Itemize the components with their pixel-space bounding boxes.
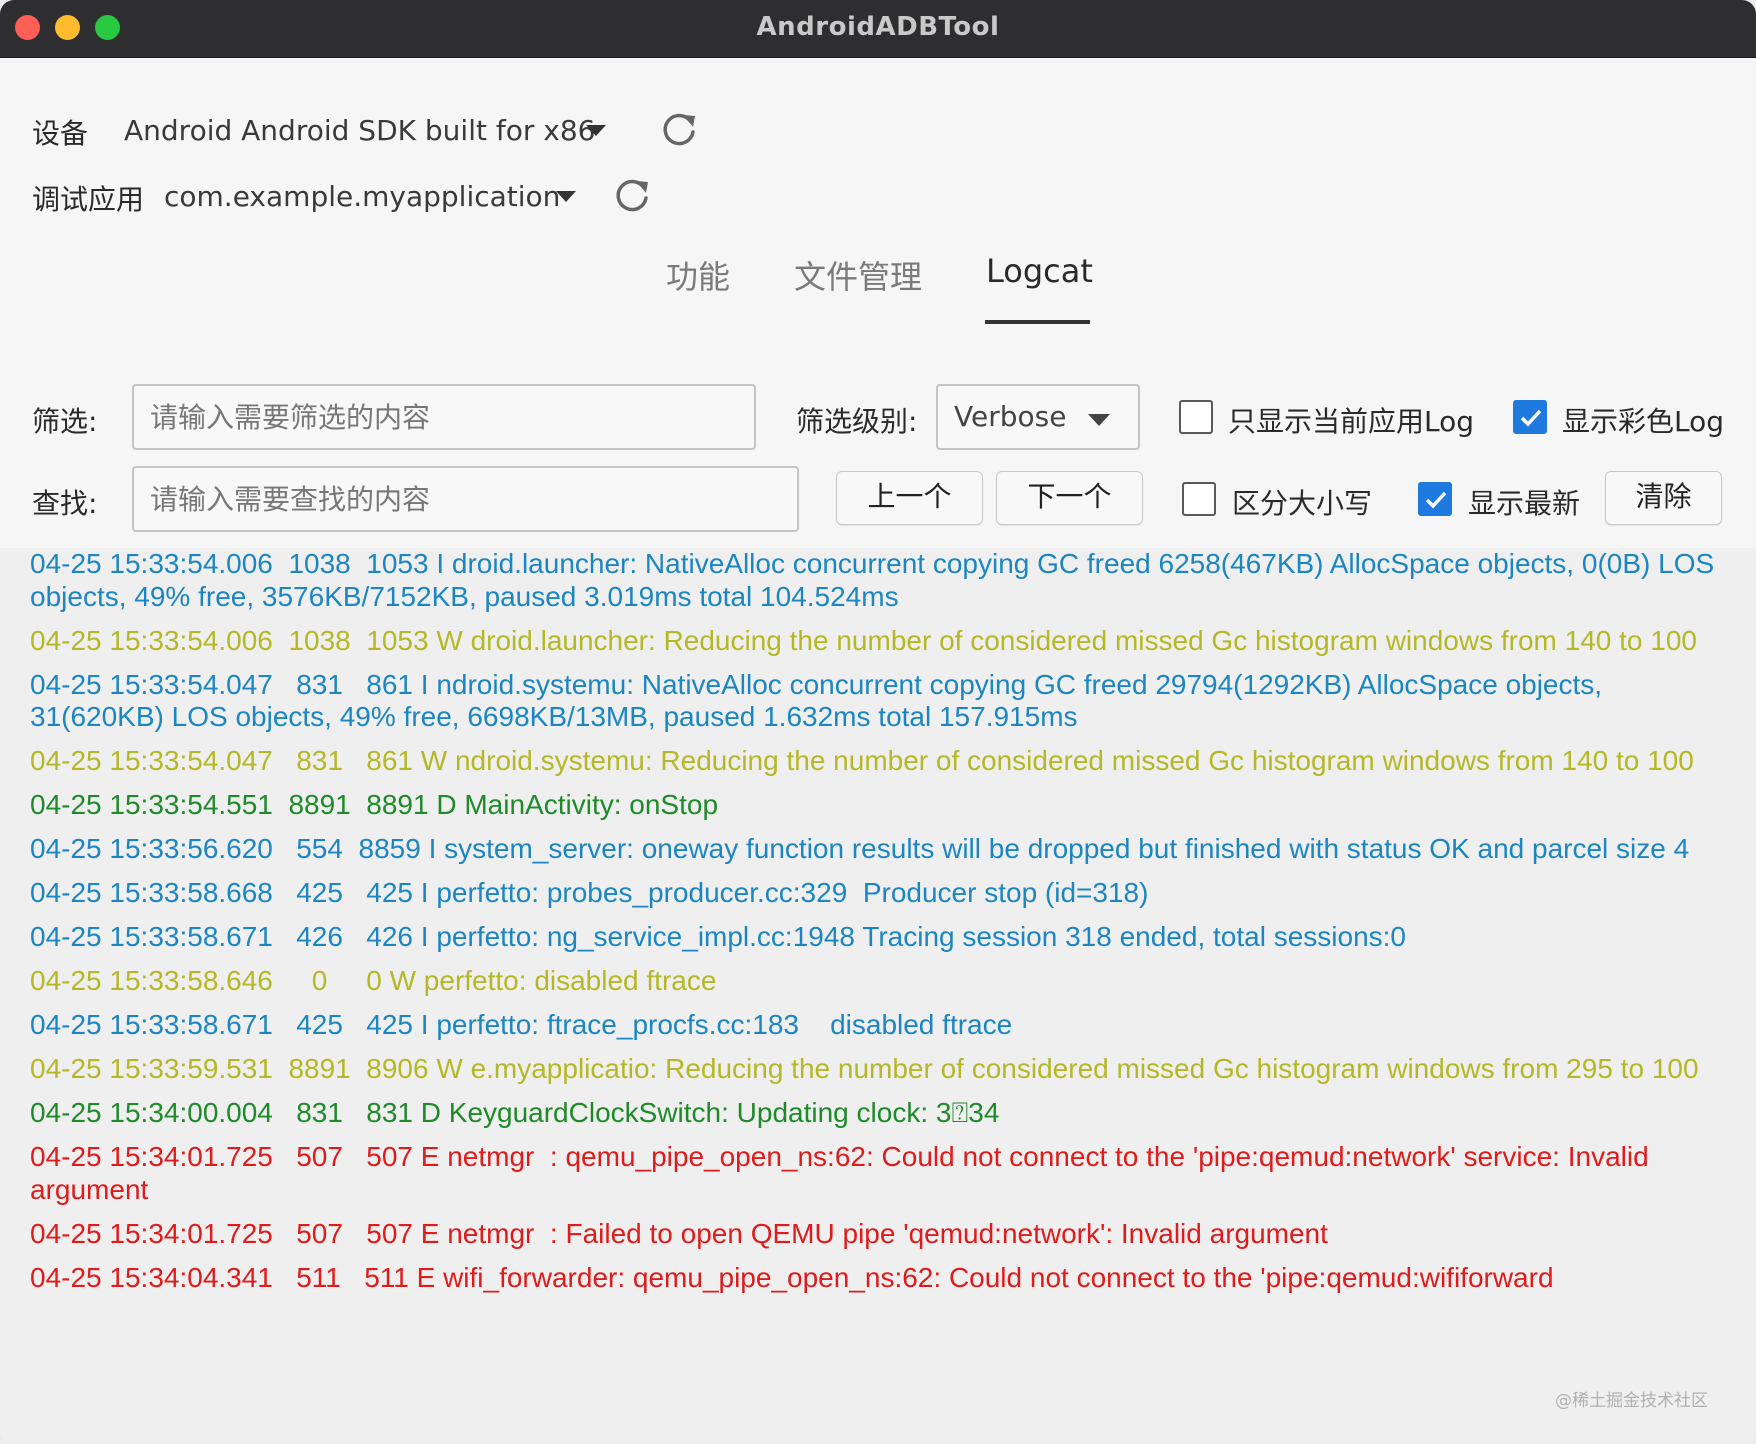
level-select-value: Verbose — [954, 400, 1067, 433]
log-line: 04-25 15:33:54.006 1038 1053 I droid.lau… — [30, 548, 1722, 612]
show-latest-checkbox[interactable] — [1418, 482, 1452, 516]
log-line: 04-25 15:33:54.551 8891 8891 D MainActiv… — [30, 789, 719, 820]
app-select[interactable]: com.example.myapplication — [164, 180, 560, 213]
level-label: 筛选级别: — [796, 405, 918, 438]
log-line: 04-25 15:34:01.725 507 507 E netmgr : Fa… — [30, 1217, 1328, 1249]
log-line: 04-25 15:33:54.006 1038 1053 W droid.lau… — [30, 624, 1697, 656]
case-sensitive-label: 区分大小写 — [1232, 487, 1373, 520]
log-line: 04-25 15:34:00.004 831 831 D KeyguardClo… — [30, 1097, 1000, 1128]
log-output[interactable]: 04-25 15:33:54.006 1038 1053 I droid.lau… — [0, 548, 1756, 1444]
log-line: 04-25 15:33:58.671 425 425 I perfetto: f… — [30, 1009, 1013, 1040]
case-sensitive-checkbox[interactable] — [1182, 482, 1216, 516]
checkmark-icon — [1520, 409, 1542, 427]
only-current-app-label: 只显示当前应用Log — [1228, 405, 1475, 438]
log-line: 04-25 15:33:58.646 0 0 W perfetto: disab… — [30, 965, 717, 996]
log-line: 04-25 15:33:54.047 831 861 W ndroid.syst… — [30, 745, 1694, 776]
tab-logcat[interactable]: Logcat — [986, 252, 1093, 290]
log-line: 04-25 15:33:58.671 426 426 I perfetto: n… — [30, 921, 1407, 952]
app-refresh-icon[interactable] — [614, 176, 652, 214]
log-line: 04-25 15:33:54.047 831 861 I ndroid.syst… — [30, 668, 1610, 733]
color-log-label: 显示彩色Log — [1562, 405, 1725, 438]
next-button[interactable]: 下一个 — [996, 471, 1143, 525]
only-current-app-checkbox[interactable] — [1179, 400, 1213, 434]
device-refresh-icon[interactable] — [661, 110, 699, 148]
log-line: 04-25 15:34:04.341 511 511 E wifi_forwar… — [30, 1261, 1554, 1293]
filter-label: 筛选: — [32, 405, 98, 438]
log-line: 04-25 15:34:01.725 507 507 E netmgr : qe… — [30, 1141, 1657, 1205]
search-label: 查找: — [32, 487, 98, 520]
app-dropdown-caret-icon[interactable] — [556, 191, 576, 202]
title-bar: AndroidADBTool — [0, 0, 1756, 58]
clear-button[interactable]: 清除 — [1605, 471, 1722, 525]
tab-function[interactable]: 功能 — [666, 252, 730, 298]
prev-button[interactable]: 上一个 — [836, 471, 983, 525]
log-line: 04-25 15:33:59.531 8891 8906 W e.myappli… — [30, 1053, 1699, 1084]
filter-input[interactable] — [132, 384, 756, 450]
window-title: AndroidADBTool — [756, 12, 1000, 42]
watermark: @稀土掘金技术社区 — [1555, 1391, 1708, 1411]
color-log-checkbox[interactable] — [1513, 400, 1547, 434]
tab-file-manager[interactable]: 文件管理 — [794, 252, 922, 298]
log-line: 04-25 15:33:58.668 425 425 I perfetto: p… — [30, 877, 1149, 908]
checkmark-icon — [1425, 491, 1447, 509]
device-label: 设备 — [32, 117, 89, 150]
active-tab-indicator — [985, 320, 1090, 324]
device-dropdown-caret-icon[interactable] — [586, 125, 606, 136]
show-latest-label: 显示最新 — [1468, 487, 1581, 520]
chevron-down-icon — [1088, 414, 1110, 426]
search-input[interactable] — [132, 466, 799, 532]
app-window: AndroidADBTool 设备 Android Android SDK bu… — [0, 0, 1756, 1444]
device-select[interactable]: Android Android SDK built for x86 — [124, 114, 595, 147]
level-select[interactable]: Verbose — [936, 384, 1140, 450]
app-label: 调试应用 — [32, 183, 145, 216]
log-line: 04-25 15:33:56.620 554 8859 I system_ser… — [30, 833, 1690, 864]
